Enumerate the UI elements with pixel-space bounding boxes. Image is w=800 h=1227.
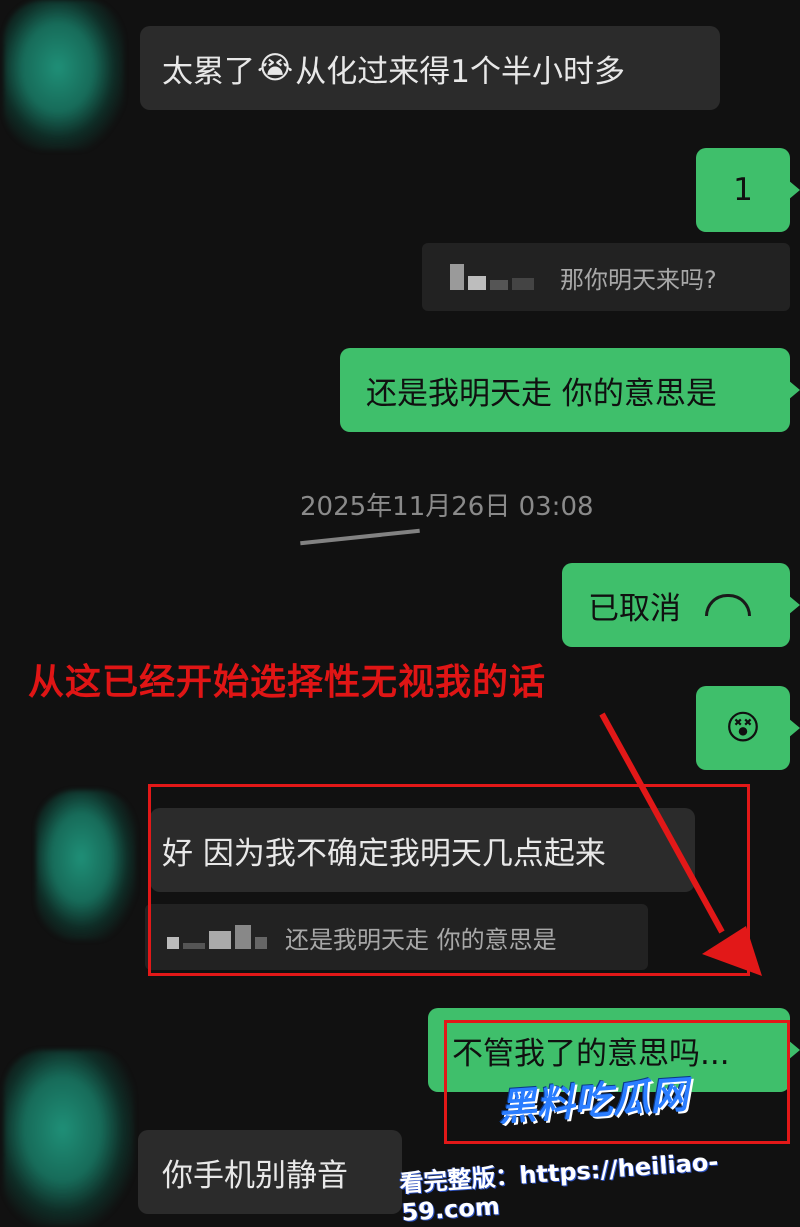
timestamp: 2025年11月26日 03:08 — [300, 492, 594, 522]
phone-hangup-icon — [705, 594, 751, 616]
message-bubble-incoming[interactable]: 你手机别静音 — [138, 1130, 402, 1214]
avatar[interactable] — [4, 1050, 134, 1226]
message-bubble-outgoing[interactable]: 😵 — [696, 686, 800, 770]
annotation-text: 从这已经开始选择性无视我的话 — [28, 662, 547, 703]
call-cancelled-bubble[interactable]: 已取消 — [562, 563, 800, 647]
message-bubble-outgoing[interactable]: 1 — [696, 148, 800, 232]
message-text: 1 — [733, 172, 753, 208]
message-bubble-incoming[interactable]: 太累了 😭 从化过来得1个半小时多 — [140, 26, 720, 110]
highlight-box — [148, 784, 750, 976]
avatar[interactable] — [36, 790, 136, 940]
watermark-text: 看完整版：https://heiliao-59.com — [398, 1147, 720, 1227]
call-status-label: 已取消 — [588, 590, 681, 627]
message-text: 从化过来得1个半小时多 — [295, 53, 625, 90]
avatar[interactable] — [4, 0, 124, 150]
dizzy-face-icon: 😵 — [725, 708, 761, 748]
quoted-text: 那你明天来吗? — [560, 265, 717, 294]
message-text: 还是我明天走 你的意思是 — [366, 375, 717, 412]
crying-face-icon: 😭 — [257, 50, 294, 86]
message-text: 你手机别静音 — [162, 1157, 348, 1194]
quoted-message[interactable]: 那你明天来吗? — [422, 243, 790, 311]
blur-smudge — [300, 528, 420, 546]
blurred-sender-name — [450, 264, 534, 290]
message-text: 太累了 — [162, 53, 255, 90]
message-bubble-outgoing[interactable]: 还是我明天走 你的意思是 — [340, 348, 800, 432]
